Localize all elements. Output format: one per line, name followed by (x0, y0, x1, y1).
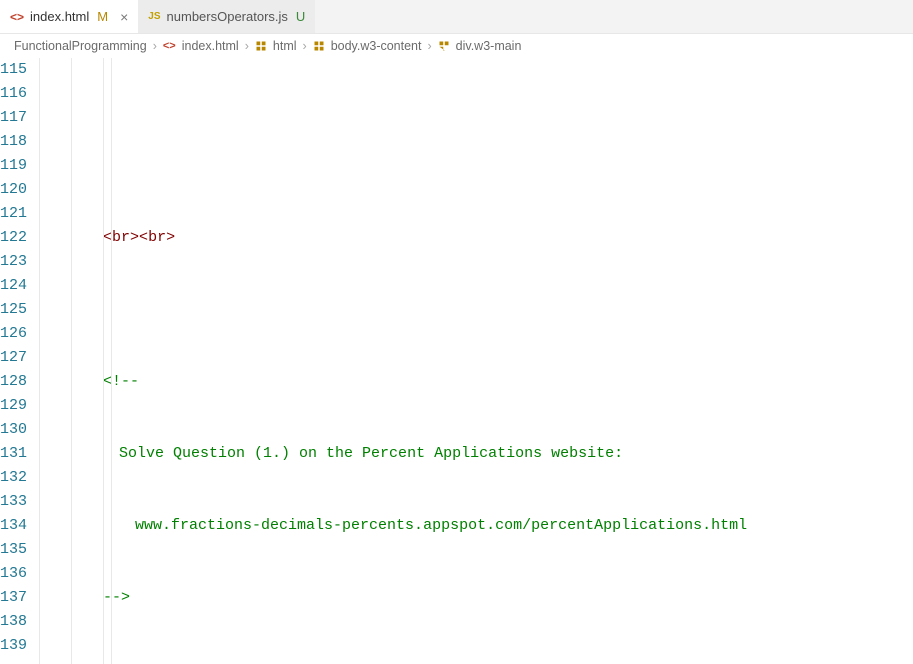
line-number: 121 (0, 202, 39, 226)
symbol-struct-icon (255, 40, 267, 52)
code-line: <!-- (39, 370, 913, 394)
line-number: 138 (0, 610, 39, 634)
breadcrumb-root[interactable]: FunctionalProgramming (14, 39, 147, 53)
breadcrumb-node[interactable]: body.w3-content (331, 39, 422, 53)
line-number: 134 (0, 514, 39, 538)
chevron-right-icon: › (153, 39, 157, 53)
tab-label: index.html (30, 9, 89, 24)
line-number: 118 (0, 130, 39, 154)
line-number: 135 (0, 538, 39, 562)
breadcrumb-file[interactable]: index.html (182, 39, 239, 53)
line-number: 116 (0, 82, 39, 106)
tab-index-html[interactable]: <> index.html M × (0, 0, 138, 33)
line-number: 128 (0, 370, 39, 394)
breadcrumb-node[interactable]: div.w3-main (456, 39, 522, 53)
js-file-icon: JS (148, 11, 160, 22)
line-number: 117 (0, 106, 39, 130)
symbol-struct-icon (313, 40, 325, 52)
line-number: 127 (0, 346, 39, 370)
tab-label: numbersOperators.js (167, 9, 288, 24)
tab-bar: <> index.html M × JS numbersOperators.js… (0, 0, 913, 34)
chevron-right-icon: › (245, 39, 249, 53)
line-number: 124 (0, 274, 39, 298)
line-number: 137 (0, 586, 39, 610)
line-number: 126 (0, 322, 39, 346)
line-number: 120 (0, 178, 39, 202)
git-status-u: U (296, 9, 305, 24)
line-number: 119 (0, 154, 39, 178)
symbol-struct-icon (438, 40, 450, 52)
chevron-right-icon: › (303, 39, 307, 53)
git-status-m: M (97, 9, 108, 24)
breadcrumb-node[interactable]: html (273, 39, 297, 53)
code-line: <p> (39, 658, 913, 664)
chevron-right-icon: › (427, 39, 431, 53)
line-number: 133 (0, 490, 39, 514)
line-number: 131 (0, 442, 39, 466)
line-number: 129 (0, 394, 39, 418)
html-file-icon: <> (10, 10, 24, 24)
line-number: 139 (0, 634, 39, 658)
code-content[interactable]: <br><br> <!-- Solve Question (1.) on the… (39, 58, 913, 664)
tab-numbers-operators-js[interactable]: JS numbersOperators.js U (138, 0, 315, 33)
code-line: --> (39, 586, 913, 610)
line-number: 136 (0, 562, 39, 586)
code-line (39, 298, 913, 322)
close-icon[interactable]: × (120, 9, 128, 25)
breadcrumb[interactable]: FunctionalProgramming › <> index.html › … (0, 34, 913, 58)
line-number: 115 (0, 58, 39, 82)
code-editor[interactable]: 1151161171181191201211221231241251261271… (0, 58, 913, 664)
code-line: <br><br> (39, 226, 913, 250)
line-number: 123 (0, 250, 39, 274)
line-number: 130 (0, 418, 39, 442)
code-line: Solve Question (1.) on the Percent Appli… (39, 442, 913, 466)
line-number: 132 (0, 466, 39, 490)
html-file-icon: <> (163, 40, 176, 52)
code-line: www.fractions-decimals-percents.appspot.… (39, 514, 913, 538)
line-number-gutter: 1151161171181191201211221231241251261271… (0, 58, 39, 664)
line-number: 122 (0, 226, 39, 250)
line-number: 125 (0, 298, 39, 322)
